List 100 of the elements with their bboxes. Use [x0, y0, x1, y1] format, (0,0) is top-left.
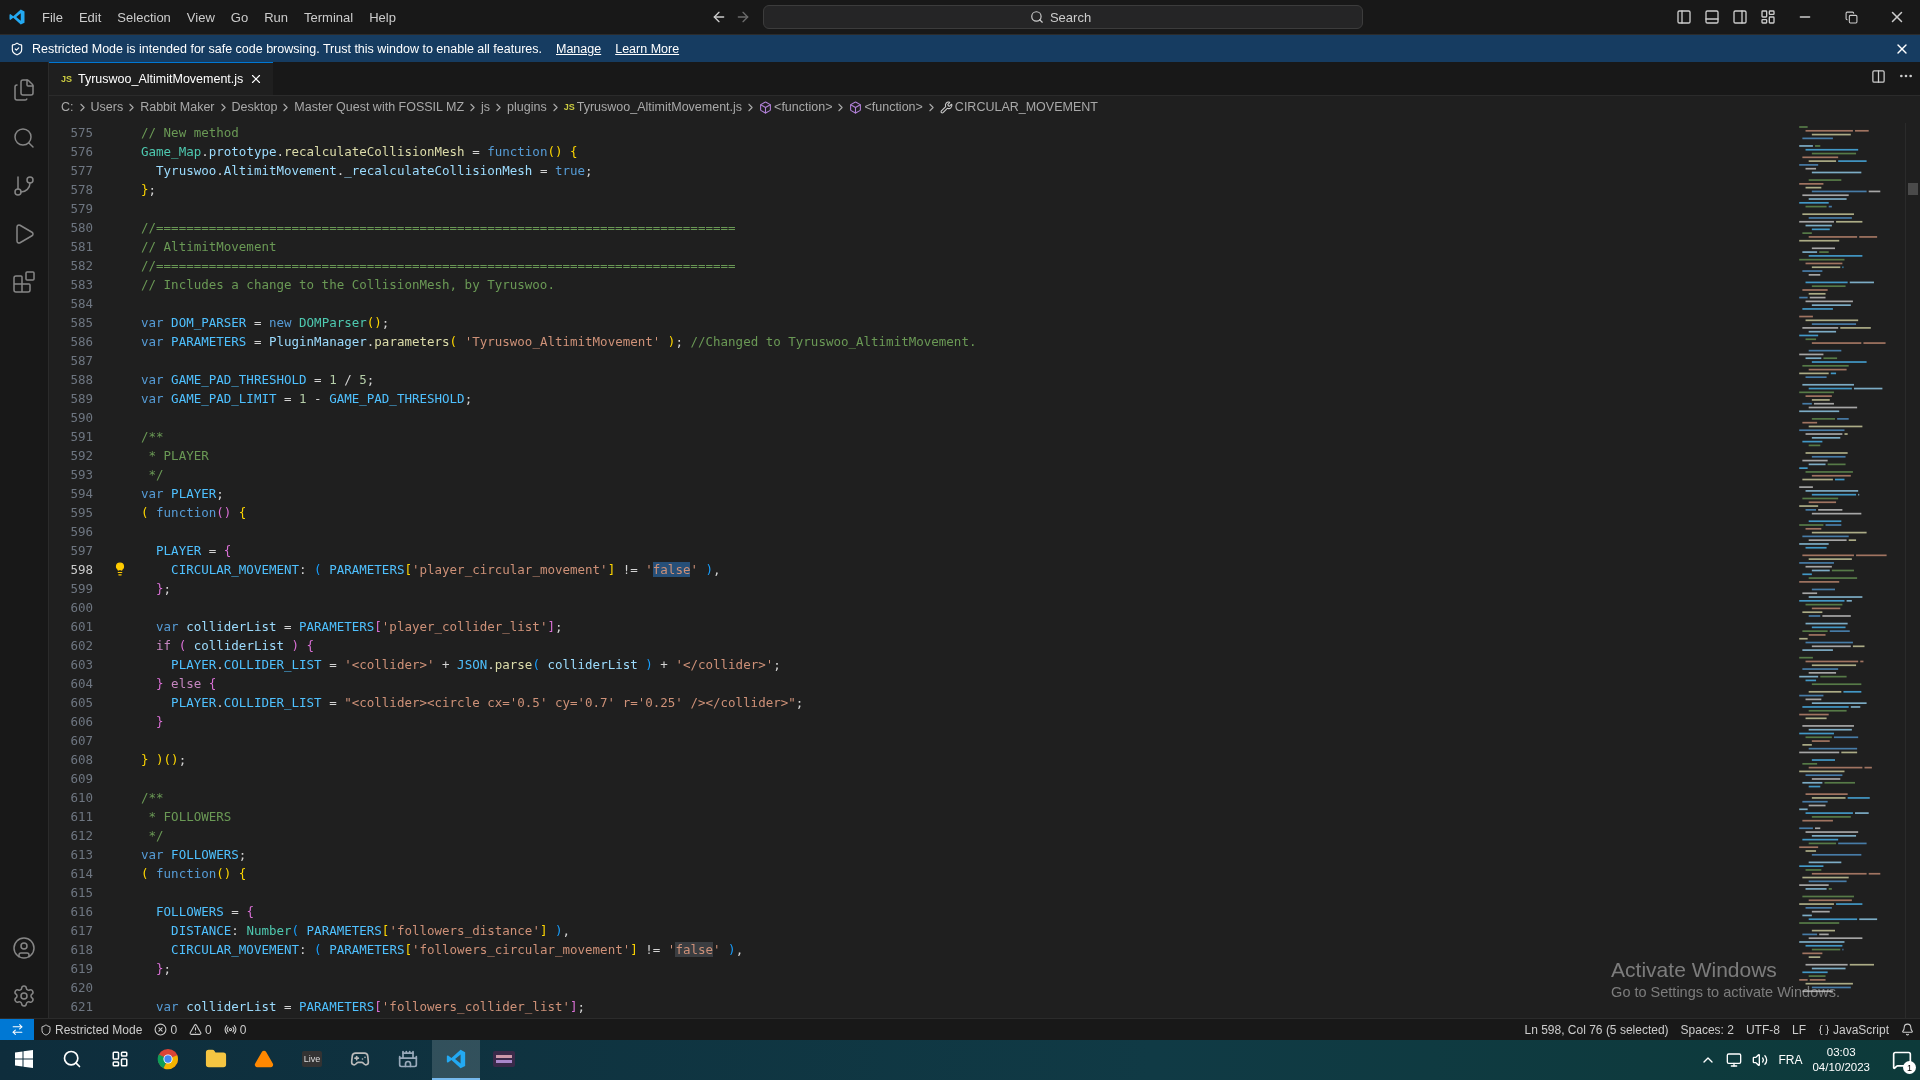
status-item[interactable]: LF — [1791, 1022, 1806, 1037]
menu-item[interactable]: Terminal — [296, 5, 362, 29]
code-line: var PARAMETERS = PluginManager.parameters( 'Tyruswoo_AltimitMovement' ); //Changed to Tyruswoo_AltimitMovement. — [141, 333, 977, 351]
restore-icon[interactable] — [1844, 10, 1858, 24]
menu-item[interactable]: Edit — [70, 5, 110, 29]
breadcrumb-item[interactable]: <function> — [864, 100, 923, 114]
status-item[interactable]: Restricted Mode — [55, 1022, 143, 1037]
breadcrumb-item[interactable]: Master Quest with FOSSIL MZ — [294, 100, 465, 114]
status-item[interactable]: 0 — [205, 1022, 212, 1037]
banner-link[interactable]: Learn More — [615, 41, 680, 56]
code-line: }; — [155, 960, 172, 978]
panel-bottom-icon[interactable] — [1704, 9, 1720, 25]
code-line: var GAME_PAD_THRESHOLD = 1 / 5; — [141, 371, 375, 389]
line-number: 577 — [69, 162, 93, 180]
notification-icon[interactable] — [1892, 1050, 1912, 1070]
activation-title: Activate Windows — [1611, 958, 1778, 982]
language-indicator[interactable]: FRA — [1778, 1053, 1803, 1067]
breadcrumb-item[interactable]: js — [481, 100, 491, 114]
branch-icon[interactable] — [12, 174, 36, 198]
code-line: var FOLLOWERS; — [141, 846, 247, 864]
code-line: PLAYER.COLLIDER_LIST = '<collider>' + JSON.parse( colliderList ) + '</collider>'; — [170, 656, 781, 674]
menu-item[interactable]: View — [178, 5, 223, 29]
app-icon — [493, 1051, 515, 1067]
taskbar-button[interactable]: Live — [288, 1040, 336, 1080]
browser-icon — [157, 1048, 179, 1070]
code-line: ( function() { — [141, 504, 247, 522]
line-number: 591 — [69, 428, 93, 446]
panel-right-icon[interactable] — [1732, 9, 1748, 25]
line-number: 590 — [69, 409, 93, 427]
code-line: ( function() { — [141, 865, 247, 883]
code-line: if ( colliderList ) { — [155, 637, 315, 655]
line-number: 599 — [69, 580, 93, 598]
account-icon[interactable] — [12, 936, 36, 960]
folder-icon — [205, 1048, 227, 1070]
menu-item[interactable]: Run — [256, 5, 296, 29]
breadcrumb-item[interactable]: C: — [61, 100, 74, 114]
line-number: 578 — [69, 181, 93, 199]
search-field[interactable]: Search — [1047, 8, 1096, 26]
clock-date[interactable]: 04/10/2023 — [1812, 1060, 1870, 1075]
js-file-icon: JS — [61, 74, 72, 84]
tab-label: Tyruswoo_AltimitMovement.js — [78, 72, 244, 86]
line-number: 592 — [69, 447, 93, 465]
wrench-icon — [939, 100, 953, 114]
breadcrumb-item[interactable]: plugins — [507, 100, 547, 114]
status-item[interactable]: 0 — [239, 1022, 247, 1037]
breadcrumb-item[interactable]: Users — [90, 100, 124, 114]
shield-icon — [40, 1023, 52, 1036]
breadcrumb-item[interactable]: Rabbit Maker — [140, 100, 215, 114]
clock-time[interactable]: 03:03 — [1826, 1045, 1856, 1060]
menu-item[interactable]: Selection — [109, 5, 179, 29]
task-view-icon[interactable] — [111, 1050, 129, 1068]
breadcrumb-item[interactable]: CIRCULAR_MOVEMENT — [954, 100, 1098, 114]
castle-icon — [398, 1049, 418, 1069]
line-number: 619 — [69, 960, 93, 978]
panel-left-icon[interactable] — [1676, 9, 1692, 25]
settings-icon[interactable] — [12, 984, 36, 1008]
code-line: var GAME_PAD_LIMIT = 1 - GAME_PAD_THRESHOLD; — [141, 390, 473, 408]
code-line: // AltimitMovement — [141, 238, 277, 256]
search-icon[interactable] — [62, 1049, 82, 1069]
network-icon[interactable] — [1726, 1052, 1743, 1068]
breadcrumb-item[interactable]: <function> — [774, 100, 833, 114]
speaker-icon[interactable] — [1752, 1052, 1769, 1068]
taskbar-button[interactable] — [432, 1040, 480, 1080]
code-line: }; — [155, 580, 172, 598]
menu-item[interactable]: Go — [222, 5, 257, 29]
menu-item[interactable]: File — [34, 5, 71, 29]
bell-icon[interactable] — [1901, 1023, 1914, 1036]
line-number: 612 — [69, 827, 93, 845]
line-number: 582 — [69, 257, 93, 275]
line-number: 597 — [69, 542, 93, 560]
files-icon[interactable] — [12, 78, 36, 102]
status-item[interactable]: 0 — [170, 1022, 178, 1037]
banner-link[interactable]: Manage — [556, 41, 602, 56]
layout-icon[interactable] — [1760, 9, 1776, 25]
warning-icon — [189, 1023, 203, 1036]
status-item[interactable]: UTF-8 — [1745, 1022, 1780, 1037]
lightbulb-icon[interactable] — [113, 562, 127, 576]
menu-item[interactable]: Help — [361, 5, 404, 29]
scrollbar-thumb[interactable] — [1908, 183, 1918, 195]
line-number: 603 — [69, 656, 93, 674]
extensions-icon[interactable] — [12, 270, 36, 294]
line-number: 579 — [69, 200, 93, 218]
code-line: } — [155, 713, 164, 731]
code-line: Tyruswoo.AltimitMovement._recalculateCollisionMesh = true; — [155, 162, 593, 180]
status-item[interactable]: JavaScript — [1832, 1022, 1889, 1037]
shield-icon — [10, 41, 24, 56]
breadcrumb-item[interactable]: Tyruswoo_AltimitMovement.js — [576, 100, 743, 114]
windows-start-icon[interactable] — [15, 1050, 33, 1068]
status-item[interactable]: Spaces: 2 — [1680, 1022, 1734, 1037]
line-number: 595 — [69, 504, 93, 522]
status-item[interactable]: Ln 598, Col 76 (5 selected) — [1524, 1022, 1669, 1037]
code-line: var colliderList = PARAMETERS['player_collider_list']; — [155, 618, 563, 636]
split-editor-icon[interactable] — [1870, 68, 1886, 84]
remote-button[interactable] — [0, 1018, 34, 1041]
breadcrumb-item[interactable]: Desktop — [231, 100, 278, 114]
cube-icon — [759, 100, 773, 114]
code-line: DISTANCE: Number( PARAMETERS['followers_distance'] ), — [170, 922, 571, 940]
line-number: 620 — [69, 979, 93, 997]
line-number: 575 — [69, 124, 93, 142]
editor-tab[interactable]: JS Tyruswoo_AltimitMovement.js — [49, 62, 274, 95]
